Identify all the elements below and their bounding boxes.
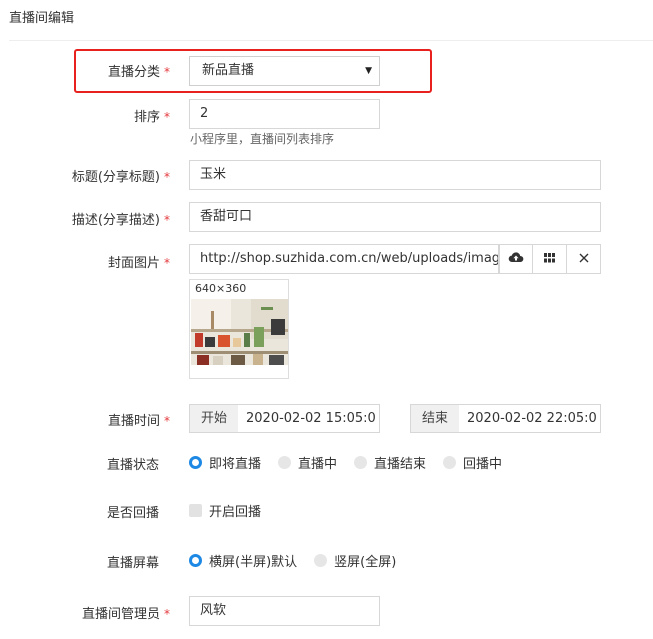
- start-time-input[interactable]: 2020-02-02 15:05:0: [238, 404, 380, 433]
- cover-label: 封面图片 *: [107, 256, 170, 271]
- description-label: 描述(分享描述) *: [71, 213, 170, 228]
- screen-option-portrait[interactable]: 竖屏(全屏): [314, 551, 396, 570]
- time-label: 直播时间 *: [107, 414, 170, 429]
- start-time-addon: 开始: [189, 404, 239, 433]
- sort-input[interactable]: 2: [189, 99, 380, 129]
- screen-label: 直播屏幕: [106, 556, 159, 571]
- grid-icon: [544, 252, 555, 267]
- admin-label: 直播间管理员 *: [81, 607, 170, 622]
- upload-button[interactable]: [499, 244, 533, 274]
- screen-option-landscape[interactable]: 横屏(半屏)默认: [189, 551, 297, 570]
- gallery-button[interactable]: [533, 244, 567, 274]
- close-icon: [579, 252, 589, 267]
- cloud-upload-icon: [508, 251, 524, 267]
- cover-preview[interactable]: 640×360: [189, 279, 289, 379]
- replay-checkbox[interactable]: 开启回播: [189, 501, 261, 520]
- status-label: 直播状态: [106, 458, 159, 473]
- end-time-addon: 结束: [410, 404, 460, 433]
- admin-input[interactable]: 风软: [189, 596, 380, 626]
- required-mark: *: [164, 607, 170, 621]
- cover-url-input[interactable]: http://shop.suzhida.com.cn/web/uploads/i…: [189, 244, 499, 274]
- status-option-live[interactable]: 直播中: [278, 453, 337, 472]
- title-input[interactable]: 玉米: [189, 160, 601, 190]
- required-mark: *: [164, 213, 170, 227]
- radio-icon: [314, 553, 328, 567]
- required-mark: *: [164, 110, 170, 124]
- radio-selected-icon: [189, 553, 202, 567]
- required-mark: *: [164, 170, 170, 184]
- required-mark: *: [164, 256, 170, 270]
- checkbox-icon: [189, 503, 202, 517]
- cover-image: [191, 299, 288, 365]
- radio-icon: [354, 455, 368, 469]
- description-input[interactable]: 香甜可口: [189, 202, 601, 232]
- end-time-input[interactable]: 2020-02-02 22:05:0: [459, 404, 601, 433]
- screen-radio-group: 横屏(半屏)默认 竖屏(全屏): [189, 551, 413, 570]
- cover-size-hint: 640×360: [195, 282, 247, 295]
- required-mark: *: [164, 414, 170, 428]
- sort-help-text: 小程序里，直播间列表排序: [190, 132, 335, 146]
- status-option-ended[interactable]: 直播结束: [354, 453, 426, 472]
- radio-icon: [278, 455, 292, 469]
- title-label: 标题(分享标题) *: [71, 170, 170, 185]
- sort-label: 排序 *: [133, 110, 170, 125]
- replay-label: 是否回播: [106, 506, 159, 521]
- radio-icon: [443, 455, 457, 469]
- cover-button-group: [499, 244, 601, 274]
- highlight-box: [74, 49, 432, 93]
- status-option-upcoming[interactable]: 即将直播: [189, 453, 261, 472]
- status-radio-group: 即将直播 直播中 直播结束 回播中: [189, 453, 519, 472]
- radio-selected-icon: [189, 455, 202, 469]
- page-title: 直播间编辑: [9, 11, 75, 26]
- status-option-replay[interactable]: 回播中: [443, 453, 502, 472]
- clear-button[interactable]: [567, 244, 601, 274]
- title-divider: [9, 40, 653, 41]
